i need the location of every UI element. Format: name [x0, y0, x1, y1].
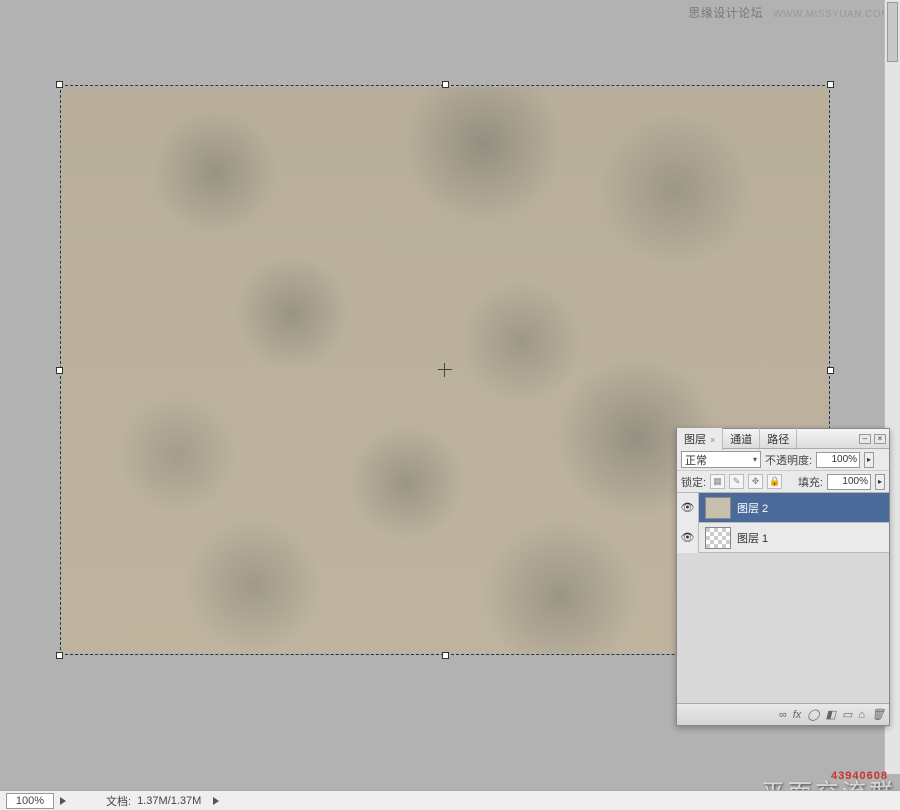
handle-bot-mid[interactable] — [442, 652, 449, 659]
layer-mask-icon[interactable]: ◯ — [807, 708, 819, 721]
group-icon[interactable]: ▭ — [842, 708, 852, 721]
handle-mid-left[interactable] — [56, 367, 63, 374]
layer-row[interactable]: 👁 图层 2 — [677, 493, 889, 523]
status-bar: 100% 文档: 1.37M/1.37M — [0, 790, 900, 810]
layer-name[interactable]: 图层 2 — [737, 500, 768, 516]
lock-all-icon[interactable]: 🔒 — [767, 474, 782, 489]
lock-transparency-icon[interactable]: ▦ — [710, 474, 725, 489]
transform-center-icon[interactable] — [438, 363, 452, 377]
visibility-eye-icon[interactable]: 👁 — [677, 523, 699, 553]
watermark-forum: 思缘设计论坛 — [688, 6, 763, 20]
blend-opacity-row: 正常 ▾ 不透明度: 100% ▸ — [677, 449, 889, 471]
handle-top-right[interactable] — [827, 81, 834, 88]
handle-top-mid[interactable] — [442, 81, 449, 88]
blend-mode-value: 正常 — [685, 452, 707, 468]
doc-size-value: 1.37M/1.37M — [137, 795, 201, 807]
tab-channels[interactable]: 通道 — [723, 428, 760, 450]
fill-input[interactable]: 100% — [827, 474, 871, 490]
tab-layers[interactable]: 图层 × — [677, 428, 723, 451]
opacity-label: 不透明度: — [765, 452, 812, 468]
chevron-down-icon: ▾ — [753, 455, 757, 464]
panel-close-icon[interactable]: × — [874, 434, 886, 444]
doc-size-label: 文档: — [106, 793, 131, 809]
adjustment-layer-icon[interactable]: ◧ — [826, 708, 836, 721]
scrollbar-thumb[interactable] — [887, 2, 898, 62]
layer-row[interactable]: 👁 图层 1 — [677, 523, 889, 553]
handle-mid-right[interactable] — [827, 367, 834, 374]
opacity-input[interactable]: 100% — [816, 452, 860, 468]
new-layer-icon[interactable]: ⌂ — [858, 709, 865, 721]
layer-name[interactable]: 图层 1 — [737, 530, 768, 546]
tab-paths[interactable]: 路径 — [760, 428, 797, 450]
trash-icon[interactable]: 🗑 — [871, 708, 885, 721]
layers-list: 👁 图层 2 👁 图层 1 — [677, 493, 889, 703]
doc-flyout-icon[interactable] — [213, 797, 219, 805]
link-layers-icon[interactable]: ∞ — [779, 709, 787, 721]
lock-fill-row: 锁定: ▦ ✎ ✥ 🔒 填充: 100% ▸ — [677, 471, 889, 493]
opacity-flyout-icon[interactable]: ▸ — [864, 452, 874, 468]
tab-layers-label: 图层 — [684, 434, 706, 446]
panel-minimize-icon[interactable]: – — [859, 434, 871, 444]
doc-size-display: 文档: 1.37M/1.37M — [106, 793, 219, 809]
lock-label: 锁定: — [681, 474, 706, 490]
watermark: 思缘设计论坛 WWW.MISSYUAN.COM — [688, 4, 890, 21]
fill-label: 填充: — [798, 474, 823, 490]
layer-fx-icon[interactable]: fx — [793, 709, 802, 721]
zoom-flyout-icon[interactable] — [60, 797, 66, 805]
tab-close-icon[interactable]: × — [710, 435, 715, 445]
layers-panel: 图层 × 通道 路径 – × 正常 ▾ 不透明度: 100% ▸ 锁定: ▦ ✎ … — [676, 428, 890, 726]
watermark-url: WWW.MISSYUAN.COM — [773, 9, 890, 20]
lock-pixels-icon[interactable]: ✎ — [729, 474, 744, 489]
zoom-input[interactable]: 100% — [6, 793, 54, 809]
fill-flyout-icon[interactable]: ▸ — [875, 474, 885, 490]
lock-position-icon[interactable]: ✥ — [748, 474, 763, 489]
handle-top-left[interactable] — [56, 81, 63, 88]
panel-header: 图层 × 通道 路径 – × — [677, 429, 889, 449]
layer-thumbnail[interactable] — [705, 527, 731, 549]
blend-mode-select[interactable]: 正常 ▾ — [681, 451, 761, 468]
panel-footer: ∞ fx ◯ ◧ ▭ ⌂ 🗑 — [677, 703, 889, 725]
layer-thumbnail[interactable] — [705, 497, 731, 519]
visibility-eye-icon[interactable]: 👁 — [677, 493, 699, 523]
handle-bot-left[interactable] — [56, 652, 63, 659]
